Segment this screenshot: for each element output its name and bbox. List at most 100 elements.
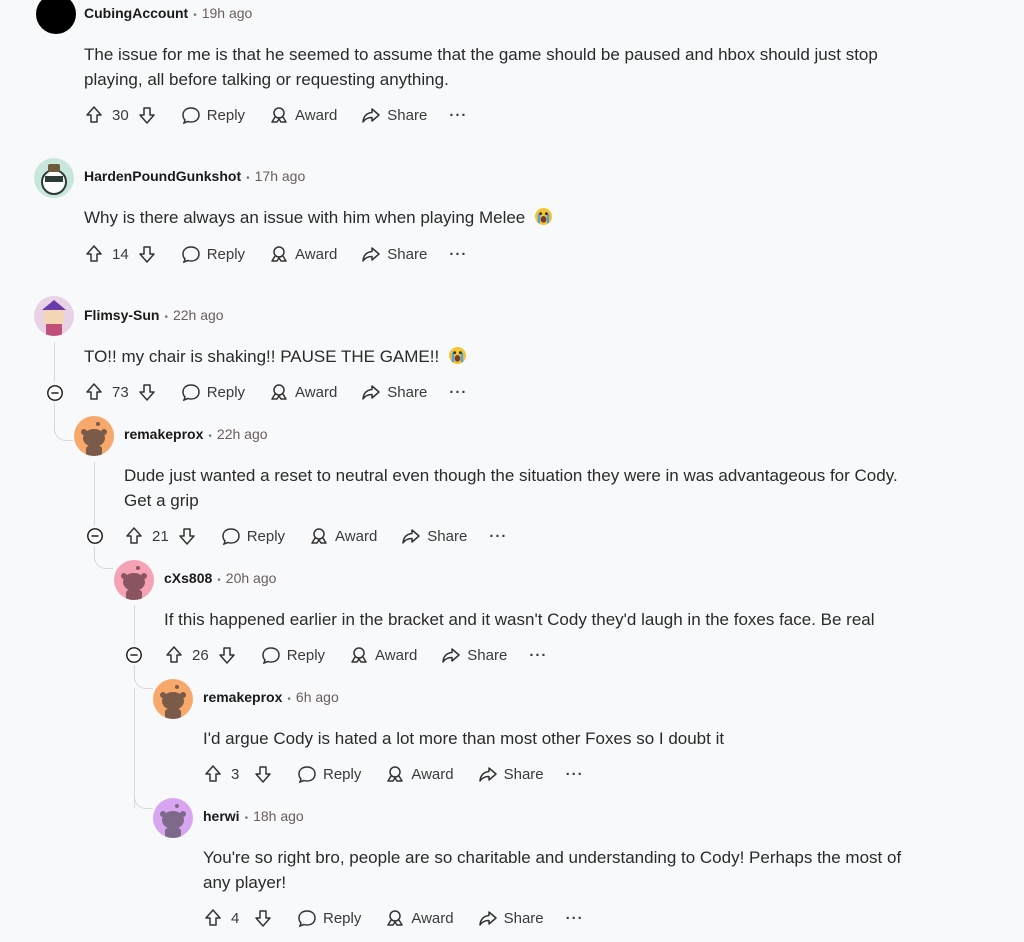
comment-text-line: playing, all before talking or requestin… [84, 70, 449, 89]
timestamp[interactable]: 22h ago [217, 426, 268, 442]
upvote-button[interactable] [203, 764, 223, 784]
thread-connector [94, 546, 113, 569]
comment-meta: herwi • 18h ago [203, 808, 304, 824]
username[interactable]: CubingAccount [84, 5, 188, 21]
award-button[interactable]: Award [385, 908, 454, 928]
more-options-button[interactable]: ··· [449, 107, 467, 124]
share-button[interactable]: Share [361, 105, 427, 125]
crying-face-emoji-icon [534, 207, 553, 226]
share-icon [478, 911, 497, 926]
downvote-button[interactable] [177, 526, 197, 546]
award-button[interactable]: Award [349, 645, 417, 665]
comment-meta: cXs808 • 20h ago [164, 570, 277, 586]
upvote-button[interactable] [84, 244, 104, 264]
comment-text-line: Why is there always an issue with him wh… [84, 208, 526, 227]
timestamp[interactable]: 20h ago [226, 570, 277, 586]
comment-body: You're so right bro, people are so chari… [203, 845, 1003, 895]
username[interactable]: HardenPoundGunkshot [84, 168, 241, 184]
upvote-icon [205, 909, 221, 926]
reply-button[interactable]: Reply [261, 645, 325, 665]
more-options-button[interactable]: ··· [566, 766, 584, 783]
downvote-icon [138, 384, 155, 401]
share-button[interactable]: Share [478, 764, 544, 784]
downvote-button[interactable] [137, 105, 157, 125]
avatar[interactable] [34, 158, 74, 198]
avatar[interactable] [153, 798, 193, 838]
comment-text-line: If this happened earlier in the bracket … [164, 610, 875, 629]
reply-button[interactable]: Reply [297, 908, 361, 928]
share-button[interactable]: Share [478, 908, 544, 928]
upvote-icon [86, 106, 102, 123]
timestamp[interactable]: 6h ago [296, 689, 339, 705]
thread-line [134, 605, 135, 645]
vote-count: 3 [231, 765, 240, 783]
reply-button[interactable]: Reply [181, 105, 245, 125]
more-options-button[interactable]: ··· [449, 384, 467, 401]
more-options-button[interactable]: ··· [529, 647, 547, 664]
avatar[interactable] [34, 296, 74, 336]
comment-text-line: Dude just wanted a reset to neutral even… [124, 466, 898, 485]
downvote-button[interactable] [253, 908, 273, 928]
collapse-thread-icon[interactable] [46, 384, 64, 402]
comment-text-line: any player! [203, 873, 287, 892]
downvote-button[interactable] [137, 244, 157, 264]
username[interactable]: remakeprox [203, 689, 282, 705]
downvote-button[interactable] [217, 645, 237, 665]
collapse-thread-icon[interactable] [86, 527, 104, 545]
reply-button[interactable]: Reply [221, 526, 285, 546]
timestamp[interactable]: 22h ago [173, 307, 224, 323]
collapse-thread-icon[interactable] [125, 646, 143, 664]
reply-button[interactable]: Reply [181, 382, 245, 402]
upvote-button[interactable] [203, 908, 223, 928]
award-icon [271, 107, 287, 123]
more-options-button[interactable]: ··· [489, 528, 507, 545]
share-button[interactable]: Share [361, 244, 427, 264]
downvote-button[interactable] [253, 764, 273, 784]
timestamp[interactable]: 17h ago [255, 168, 306, 184]
share-icon [442, 648, 461, 663]
avatar[interactable] [36, 0, 76, 34]
downvote-icon [255, 766, 271, 783]
reply-icon [181, 246, 200, 264]
share-icon [362, 247, 381, 262]
upvote-button[interactable] [84, 382, 104, 402]
upvote-button[interactable] [164, 645, 184, 665]
thread-line [54, 402, 55, 422]
crying-face-emoji-icon [448, 346, 467, 365]
username[interactable]: remakeprox [124, 426, 203, 442]
comment-body: I'd argue Cody is hated a lot more than … [203, 726, 1003, 751]
upvote-button[interactable] [124, 526, 144, 546]
avatar[interactable] [153, 679, 193, 719]
upvote-icon [126, 527, 142, 544]
reply-icon [261, 647, 280, 665]
share-icon [362, 108, 381, 123]
username[interactable]: cXs808 [164, 570, 212, 586]
share-button[interactable]: Share [441, 645, 507, 665]
vote-count: 26 [192, 646, 209, 664]
comment-meta: HardenPoundGunkshot • 17h ago [84, 168, 306, 184]
more-options-button[interactable]: ··· [566, 910, 584, 927]
reply-button[interactable]: Reply [181, 244, 245, 264]
timestamp[interactable]: 19h ago [202, 5, 253, 21]
award-button[interactable]: Award [269, 105, 337, 125]
comment-meta: remakeprox • 22h ago [124, 426, 268, 442]
award-button[interactable]: Award [269, 382, 337, 402]
comment-text-line: Get a grip [124, 491, 199, 510]
share-button[interactable]: Share [401, 526, 467, 546]
timestamp[interactable]: 18h ago [253, 808, 304, 824]
username[interactable]: Flimsy-Sun [84, 307, 159, 323]
reply-button[interactable]: Reply [297, 764, 361, 784]
award-button[interactable]: Award [269, 244, 337, 264]
upvote-button[interactable] [84, 105, 104, 125]
comment-actions: 21 Reply Award Share ··· [124, 522, 507, 550]
award-button[interactable]: Award [309, 526, 377, 546]
award-button[interactable]: Award [385, 764, 454, 784]
username[interactable]: herwi [203, 808, 240, 824]
downvote-button[interactable] [137, 382, 157, 402]
downvote-icon [178, 528, 195, 545]
comment-body: If this happened earlier in the bracket … [164, 607, 964, 632]
more-options-button[interactable]: ··· [449, 246, 467, 263]
share-button[interactable]: Share [361, 382, 427, 402]
avatar[interactable] [74, 416, 114, 456]
avatar[interactable] [114, 560, 154, 600]
